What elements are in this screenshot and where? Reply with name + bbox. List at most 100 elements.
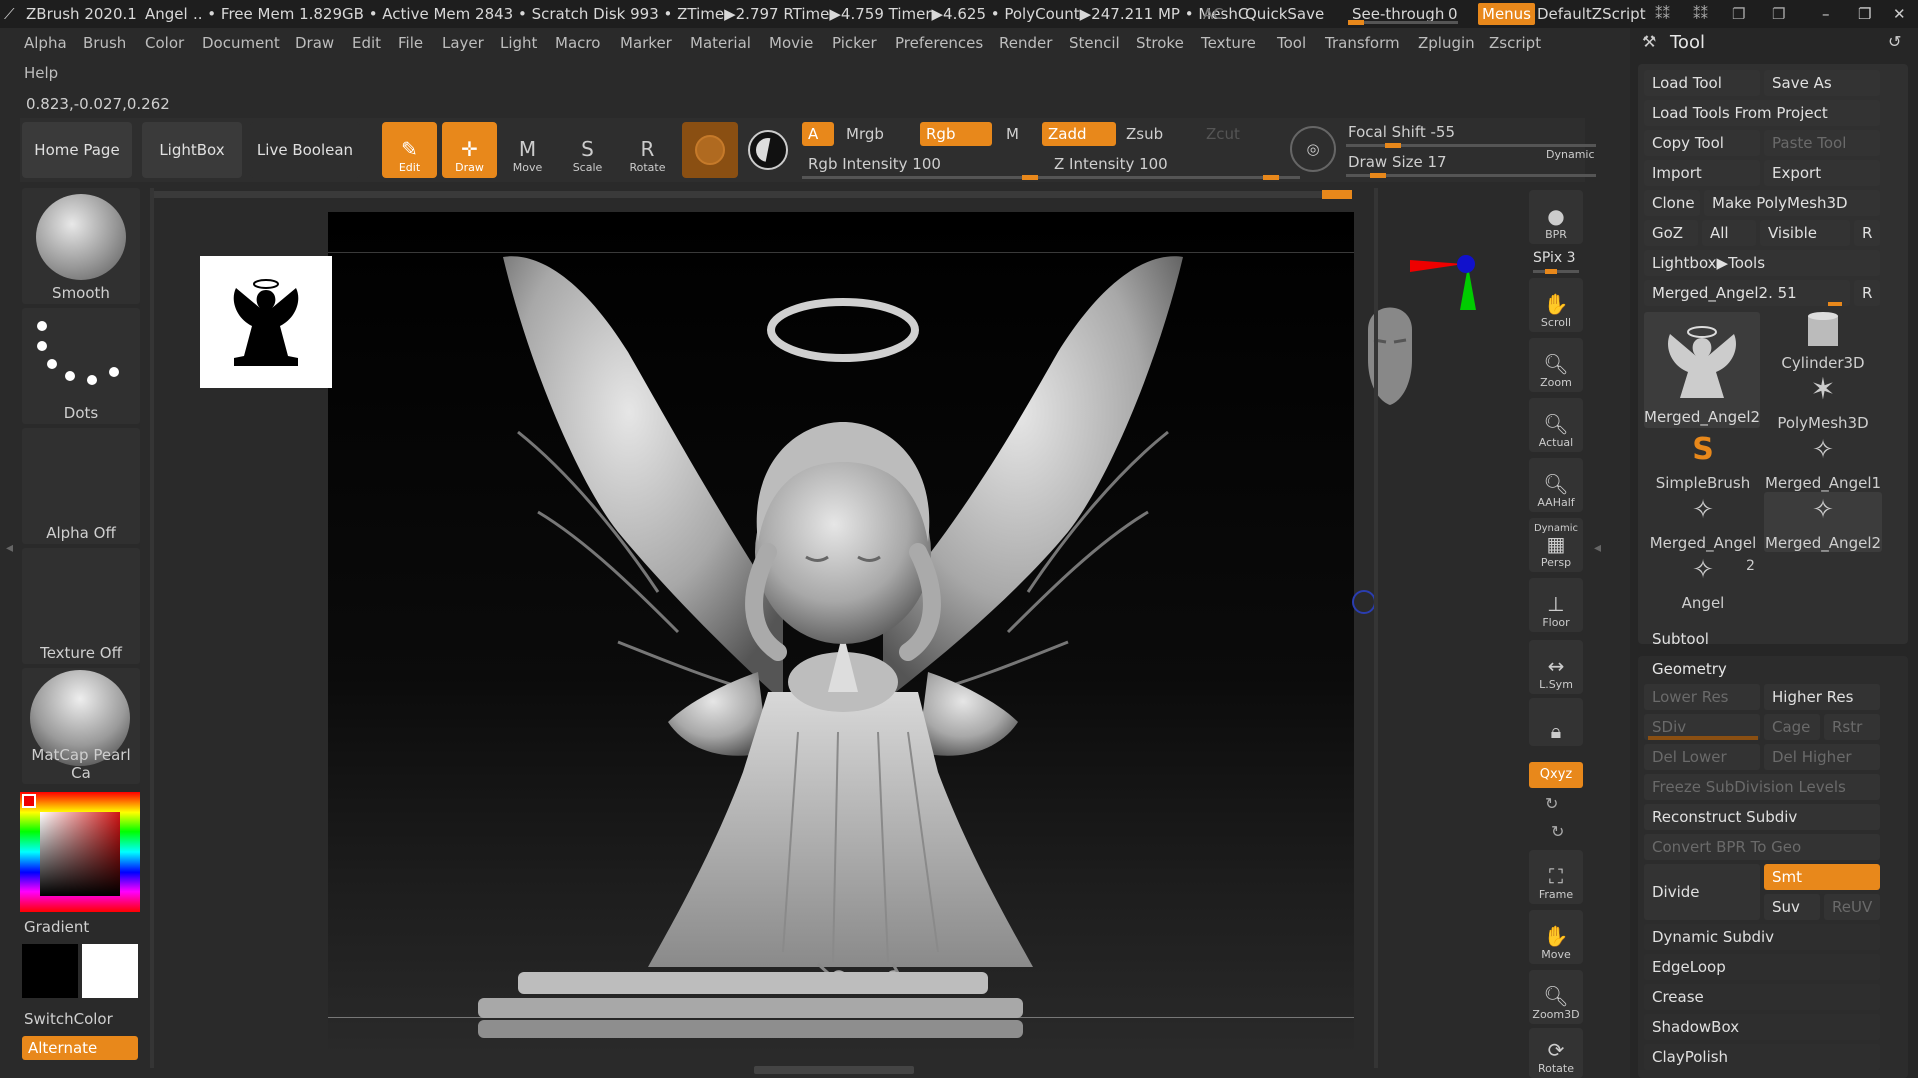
menu-transform[interactable]: Transform: [1325, 28, 1400, 58]
zsub-toggle[interactable]: Zsub: [1120, 122, 1190, 146]
rgb-toggle[interactable]: Rgb: [920, 122, 992, 146]
rotate-button[interactable]: R Rotate: [620, 122, 675, 178]
aahalf-button[interactable]: 🔍︎ AAHalf: [1529, 458, 1583, 512]
current-tool-knob[interactable]: [1828, 302, 1842, 306]
document-canvas[interactable]: [200, 212, 1354, 1057]
bpr-button[interactable]: ● BPR: [1529, 190, 1583, 244]
quicksave-button[interactable]: QuickSave: [1245, 0, 1324, 28]
copy-tool-button[interactable]: Copy Tool: [1644, 130, 1760, 156]
menu-preferences[interactable]: Preferences: [895, 28, 983, 58]
material-selector[interactable]: MatCap Pearl Ca: [22, 668, 140, 784]
rgb-intensity-slider[interactable]: Rgb Intensity 100: [802, 152, 1042, 176]
transp-button[interactable]: 🔒︎: [1529, 698, 1583, 746]
focal-shift-knob[interactable]: [1385, 143, 1401, 148]
brush-selector[interactable]: Smooth: [22, 188, 140, 304]
goz-all-button[interactable]: All: [1702, 220, 1756, 246]
maximize-icon[interactable]: ❐: [1858, 0, 1871, 28]
draw-size-knob[interactable]: [1370, 173, 1386, 178]
menu-help[interactable]: Help: [24, 58, 58, 88]
del-higher-button[interactable]: Del Higher: [1764, 744, 1880, 770]
import-button[interactable]: Import: [1644, 160, 1760, 186]
menu-tool[interactable]: Tool: [1277, 28, 1306, 58]
frame-button[interactable]: ⛶ Frame: [1529, 850, 1583, 904]
a-toggle[interactable]: A: [802, 122, 834, 146]
smt-toggle[interactable]: Smt: [1764, 864, 1880, 890]
minimize-icon[interactable]: –: [1822, 0, 1830, 28]
load-tools-from-project-button[interactable]: Load Tools From Project: [1644, 100, 1880, 126]
actual-button[interactable]: 🔍︎ Actual: [1529, 398, 1583, 452]
menu-document[interactable]: Document: [202, 28, 280, 58]
save-as-button[interactable]: Save As: [1764, 70, 1880, 96]
goz-button[interactable]: GoZ: [1644, 220, 1698, 246]
color-square[interactable]: [40, 812, 120, 896]
zoom-button[interactable]: 🔍︎ Zoom: [1529, 338, 1583, 392]
menu-macro[interactable]: Macro: [555, 28, 600, 58]
reset-icon[interactable]: ↺: [1888, 32, 1901, 51]
tool-thumb-merged-angel[interactable]: ✧ Merged_Angel: [1644, 492, 1762, 552]
menus-button[interactable]: Menus: [1478, 3, 1535, 25]
menu-picker[interactable]: Picker: [832, 28, 877, 58]
menu-brush[interactable]: Brush: [83, 28, 126, 58]
brush-material-swatch[interactable]: [682, 122, 738, 178]
rotate-view-button[interactable]: ⟳ Rotate: [1529, 1028, 1583, 1078]
menu-color[interactable]: Color: [145, 28, 184, 58]
suv-toggle[interactable]: Suv: [1764, 894, 1820, 920]
mrgb-toggle[interactable]: Mrgb: [840, 122, 900, 146]
geometry-section-header[interactable]: Geometry: [1652, 660, 1727, 678]
move-view-button[interactable]: ✋ Move: [1529, 910, 1583, 964]
rotate-y-icon[interactable]: ↻: [1545, 794, 1558, 813]
goz-r-button[interactable]: R: [1854, 220, 1880, 246]
axis-gizmo-icon[interactable]: [1408, 250, 1478, 330]
bottom-collapse-icon[interactable]: [754, 1066, 914, 1074]
default-zscript-button[interactable]: DefaultZScript: [1537, 0, 1646, 28]
alternate-button[interactable]: Alternate: [22, 1036, 138, 1060]
texture-selector[interactable]: Texture Off: [22, 548, 140, 664]
floor-button[interactable]: ⊥ Floor: [1529, 578, 1583, 632]
live-boolean-button[interactable]: Live Boolean: [250, 122, 360, 178]
dynamic-toggle[interactable]: Dynamic: [1546, 148, 1595, 161]
m-toggle[interactable]: M: [1000, 122, 1024, 146]
rotate-z-icon[interactable]: ↻: [1551, 822, 1564, 841]
edgeloop-section[interactable]: EdgeLoop: [1644, 954, 1880, 980]
menu-alpha[interactable]: Alpha: [24, 28, 67, 58]
spix-knob[interactable]: [1545, 269, 1557, 274]
scroll-button[interactable]: ✋ Scroll: [1529, 278, 1583, 332]
export-button[interactable]: Export: [1764, 160, 1880, 186]
menu-draw[interactable]: Draw: [295, 28, 334, 58]
lightbox-button[interactable]: LightBox: [142, 122, 242, 178]
z-intensity-knob[interactable]: [1263, 175, 1279, 180]
higher-res-button[interactable]: Higher Res: [1764, 684, 1880, 710]
stroke-selector[interactable]: Dots: [22, 308, 140, 424]
scale-button[interactable]: S Scale: [560, 122, 615, 178]
gradient-label[interactable]: Gradient: [24, 918, 89, 936]
lightbox-tools-button[interactable]: Lightbox▶Tools: [1644, 250, 1880, 276]
shadowbox-section[interactable]: ShadowBox: [1644, 1014, 1880, 1040]
menu-layer[interactable]: Layer: [442, 28, 484, 58]
color-picker[interactable]: [20, 792, 140, 912]
local-symmetry-button[interactable]: ↔ L.Sym: [1529, 640, 1583, 694]
lower-res-button[interactable]: Lower Res: [1644, 684, 1760, 710]
tool-thumb-merged-angel1[interactable]: ✧ Merged_Angel1: [1764, 432, 1882, 492]
rgb-intensity-knob[interactable]: [1022, 175, 1038, 180]
tool-thumb-merged-angel2-active[interactable]: Merged_Angel2: [1644, 312, 1760, 428]
alpha-selector[interactable]: Alpha Off: [22, 428, 140, 544]
spix-slider[interactable]: SPix 3: [1533, 250, 1576, 266]
layout-icon[interactable]: ⁑⁑: [1655, 0, 1670, 28]
persp-button[interactable]: Dynamic ▦ Persp: [1529, 518, 1583, 572]
focal-shift-slider[interactable]: Focal Shift -55: [1342, 120, 1542, 144]
make-polymesh3d-button[interactable]: Make PolyMesh3D: [1704, 190, 1880, 216]
divide-button[interactable]: Divide: [1644, 864, 1760, 920]
draw-button[interactable]: ✛ Draw: [442, 122, 497, 178]
crease-section[interactable]: Crease: [1644, 984, 1880, 1010]
menu-light[interactable]: Light: [500, 28, 537, 58]
menu-edit[interactable]: Edit: [352, 28, 381, 58]
reuv-button[interactable]: ReUV: [1824, 894, 1880, 920]
reconstruct-subdiv-button[interactable]: Reconstruct Subdiv: [1644, 804, 1880, 830]
tool-thumb-merged-angel2[interactable]: ✧ Merged_Angel2: [1764, 492, 1882, 552]
z-intensity-slider[interactable]: Z Intensity 100: [1048, 152, 1288, 176]
menu-texture[interactable]: Texture: [1201, 28, 1256, 58]
menu-stroke[interactable]: Stroke: [1136, 28, 1184, 58]
menu-zplugin[interactable]: Zplugin: [1418, 28, 1475, 58]
menu-movie[interactable]: Movie: [769, 28, 813, 58]
tool-thumb-simplebrush[interactable]: S SimpleBrush: [1644, 432, 1762, 492]
